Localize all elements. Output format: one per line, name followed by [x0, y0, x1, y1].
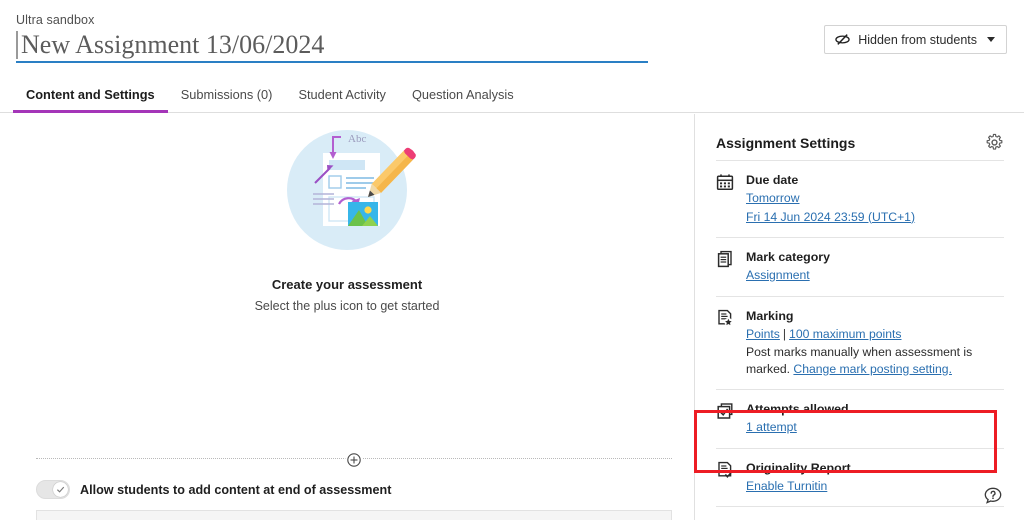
stacked-checkbox-icon — [716, 401, 735, 436]
main-content: Abc — [0, 114, 694, 520]
setting-due-date: Due date Tomorrow Fri 14 Jun 2024 23:59 … — [716, 160, 1004, 237]
check-icon — [56, 485, 65, 494]
empty-state-subheading: Select the plus icon to get started — [255, 299, 440, 313]
setting-value-line: Enable Turnitin — [746, 478, 1004, 495]
page-header: Ultra sandbox New Assignment 13/06/2024 … — [0, 0, 1024, 77]
attempts-allowed-link[interactable]: 1 attempt — [746, 420, 797, 434]
gear-icon[interactable] — [985, 133, 1004, 152]
breadcrumb: Ultra sandbox — [16, 13, 94, 27]
svg-text:Abc: Abc — [348, 133, 366, 145]
setting-value-line: Fri 14 Jun 2024 23:59 (UTC+1) — [746, 209, 1004, 226]
visibility-label: Hidden from students — [858, 33, 977, 47]
allow-students-label: Allow students to add content at end of … — [80, 483, 391, 497]
empty-state: Abc — [0, 118, 694, 313]
eye-slash-icon — [835, 32, 850, 47]
text-cursor — [16, 31, 18, 59]
setting-body: Mark category Assignment — [746, 249, 1004, 284]
setting-value-line: 1 attempt — [746, 419, 1004, 436]
setting-marking: Marking Points|100 maximum points Post m… — [716, 296, 1004, 390]
assignment-settings-panel: Assignment Settings — [694, 114, 1024, 520]
enable-turnitin-link[interactable]: Enable Turnitin — [746, 479, 827, 493]
setting-body: Attempts allowed 1 attempt — [746, 401, 1004, 436]
setting-attempts-allowed: Attempts allowed 1 attempt — [716, 389, 1004, 448]
toggle-knob — [53, 482, 68, 497]
calendar-icon — [716, 172, 735, 225]
assignment-page: Ultra sandbox New Assignment 13/06/2024 … — [0, 0, 1024, 520]
tab-student-activity[interactable]: Student Activity — [285, 77, 399, 112]
setting-label: Attempts allowed — [746, 401, 1004, 417]
document-copy-icon — [716, 249, 735, 284]
add-content-divider — [36, 458, 672, 460]
allow-students-row: Allow students to add content at end of … — [36, 480, 391, 499]
setting-originality-report: Originality Report Enable Turnitin — [716, 448, 1004, 507]
tab-bar: Content and Settings Submissions (0) Stu… — [0, 77, 1024, 113]
mark-category-link[interactable]: Assignment — [746, 268, 810, 282]
tab-question-analysis[interactable]: Question Analysis — [399, 77, 527, 112]
list-end-divider — [716, 506, 1004, 507]
settings-list: Due date Tomorrow Fri 14 Jun 2024 23:59 … — [716, 160, 1004, 507]
allow-students-toggle[interactable] — [36, 480, 70, 499]
student-content-area[interactable]: Students can add text, images and files … — [36, 510, 672, 520]
visibility-dropdown-button[interactable]: Hidden from students — [824, 25, 1007, 54]
settings-header: Assignment Settings — [716, 133, 1004, 152]
chevron-down-icon — [987, 37, 995, 42]
help-speech-bubble-icon[interactable] — [983, 486, 1003, 506]
assignment-title-field[interactable]: New Assignment 13/06/2024 — [16, 28, 648, 64]
tab-content-and-settings[interactable]: Content and Settings — [13, 77, 168, 112]
page-title: New Assignment 13/06/2024 — [21, 28, 324, 61]
due-date-absolute-link[interactable]: Fri 14 Jun 2024 23:59 (UTC+1) — [746, 210, 915, 224]
setting-mark-category: Mark category Assignment — [716, 237, 1004, 296]
setting-value-line: Assignment — [746, 267, 1004, 284]
empty-state-heading: Create your assessment — [272, 277, 422, 292]
plus-circle-icon[interactable] — [346, 451, 363, 468]
maximum-points-link[interactable]: 100 maximum points — [789, 327, 901, 341]
setting-value-line: Tomorrow — [746, 190, 1004, 207]
setting-body: Due date Tomorrow Fri 14 Jun 2024 23:59 … — [746, 172, 1004, 225]
document-star-icon — [716, 308, 735, 378]
setting-body: Marking Points|100 maximum points Post m… — [746, 308, 1004, 378]
setting-value-line: Points|100 maximum points — [746, 326, 1004, 343]
title-underline — [16, 61, 648, 63]
tab-submissions[interactable]: Submissions (0) — [168, 77, 286, 112]
link-separator: | — [780, 327, 789, 341]
create-assessment-illustration: Abc — [272, 118, 422, 268]
setting-body: Originality Report Enable Turnitin — [746, 460, 1004, 495]
document-check-icon — [716, 460, 735, 495]
settings-title: Assignment Settings — [716, 135, 855, 151]
marking-points-link[interactable]: Points — [746, 327, 780, 341]
setting-label: Mark category — [746, 249, 1004, 265]
mark-posting-note: Post marks manually when assessment is m… — [746, 344, 1004, 377]
setting-label: Originality Report — [746, 460, 1004, 476]
change-mark-posting-link[interactable]: Change mark posting setting. — [793, 362, 952, 376]
setting-label: Due date — [746, 172, 1004, 188]
setting-label: Marking — [746, 308, 1004, 324]
due-date-relative-link[interactable]: Tomorrow — [746, 191, 800, 205]
